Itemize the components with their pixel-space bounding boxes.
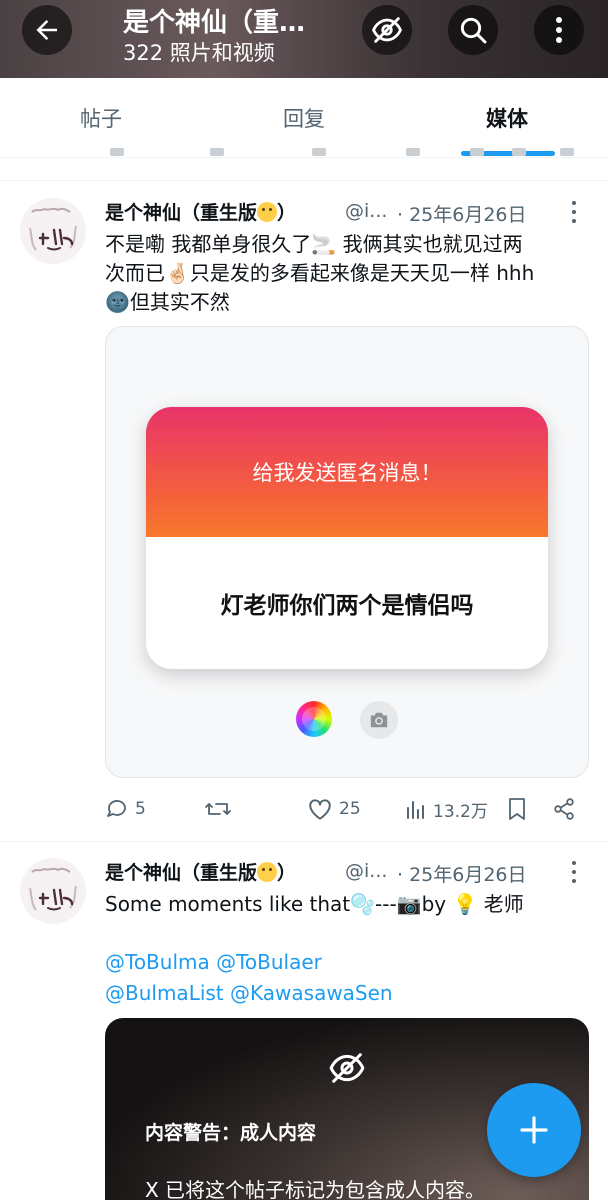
avatar-doodle-icon <box>29 207 77 251</box>
page-title: 是个神仙（重… <box>123 8 306 38</box>
share-icon <box>554 798 574 820</box>
avatar-doodle-icon <box>29 867 77 911</box>
hide-button[interactable] <box>362 5 412 55</box>
view-count: 13.2万 <box>433 802 488 822</box>
like-count: 25 <box>339 799 361 819</box>
divider <box>0 841 608 842</box>
reply-count: 5 <box>135 799 146 819</box>
media-count: 322 照片和视频 <box>123 41 275 65</box>
plus-icon <box>520 1116 548 1144</box>
back-arrow-icon <box>36 20 57 40</box>
author-handle[interactable]: @i... <box>345 200 387 222</box>
post-text-line: 不是嘞 我都单身很久了🚬 我俩其实也就见过两 <box>105 232 523 256</box>
author-handle[interactable]: @i... <box>345 860 387 882</box>
repost-button[interactable] <box>204 797 238 821</box>
views-button[interactable]: 13.2万 <box>405 797 488 822</box>
search-button[interactable] <box>448 5 498 55</box>
mention-links[interactable]: @ToBulma @ToBulaer <box>105 950 322 974</box>
heart-icon <box>309 799 331 820</box>
avatar[interactable] <box>20 198 86 264</box>
more-vertical-icon <box>556 17 562 43</box>
color-wheel-icon <box>296 701 332 737</box>
author-name-close: ） <box>277 202 297 224</box>
card-header: 给我发送匿名消息！ <box>146 407 548 537</box>
bookmark-icon <box>509 798 525 820</box>
content-warning-text: X 已将这个帖子标记为包含成人内容。 <box>145 1178 486 1200</box>
anonymous-message-card: 给我发送匿名消息！ 灯老师你们两个是情侣吗 <box>146 407 548 669</box>
divider <box>0 180 608 181</box>
author-name[interactable]: 是个神仙（重生版 ） <box>105 858 296 885</box>
post-date[interactable]: · 25年6月26日 <box>397 200 527 227</box>
more-options-button[interactable] <box>534 5 584 55</box>
bookmark-button[interactable] <box>506 797 528 821</box>
mention-links[interactable]: @BulmaList @KawasawaSen <box>105 981 393 1005</box>
post-date[interactable]: · 25年6月26日 <box>397 860 527 887</box>
repost-icon <box>205 803 231 815</box>
author-name-close: ） <box>277 862 297 884</box>
post-image[interactable]: 给我发送匿名消息！ 灯老师你们两个是情侣吗 <box>105 326 589 778</box>
post-text-line: 次而已🤞🏻只是发的多看起来像是天天见一样 hhh <box>105 261 535 285</box>
post-text-line: 🌚但其实不然 <box>105 290 230 314</box>
content-warning-title: 内容警告：成人内容 <box>145 1122 317 1144</box>
author-name[interactable]: 是个神仙（重生版 ） <box>105 198 296 225</box>
author-name-text: 是个神仙（重生版 <box>105 862 258 884</box>
author-name-text: 是个神仙（重生版 <box>105 202 258 224</box>
previous-post-actions <box>0 142 608 160</box>
eye-off-icon <box>372 17 402 43</box>
profile-header: 是个神仙（重… 322 照片和视频 <box>0 0 608 78</box>
like-button[interactable]: 25 <box>307 797 361 821</box>
card-message: 灯老师你们两个是情侣吗 <box>220 593 474 619</box>
post-more-icon[interactable] <box>570 201 578 223</box>
reply-button[interactable]: 5 <box>105 797 146 821</box>
camera-icon <box>360 701 398 739</box>
back-button[interactable] <box>22 5 72 55</box>
compose-button[interactable] <box>487 1083 581 1177</box>
eye-off-icon <box>329 1053 365 1083</box>
pleading-face-icon <box>257 862 278 882</box>
share-button[interactable] <box>552 797 576 821</box>
views-chart-icon <box>407 800 424 819</box>
post-text: Some moments like that🫧---📷by 💡 老师 <box>105 892 524 916</box>
post-more-icon[interactable] <box>570 861 578 883</box>
pleading-face-icon <box>257 202 278 222</box>
search-icon <box>460 17 487 44</box>
post-text: 不是嘞 我都单身很久了🚬 我俩其实也就见过两 次而已🤞🏻只是发的多看起来像是天天… <box>105 230 595 317</box>
avatar[interactable] <box>20 858 86 924</box>
reply-icon <box>107 800 126 817</box>
